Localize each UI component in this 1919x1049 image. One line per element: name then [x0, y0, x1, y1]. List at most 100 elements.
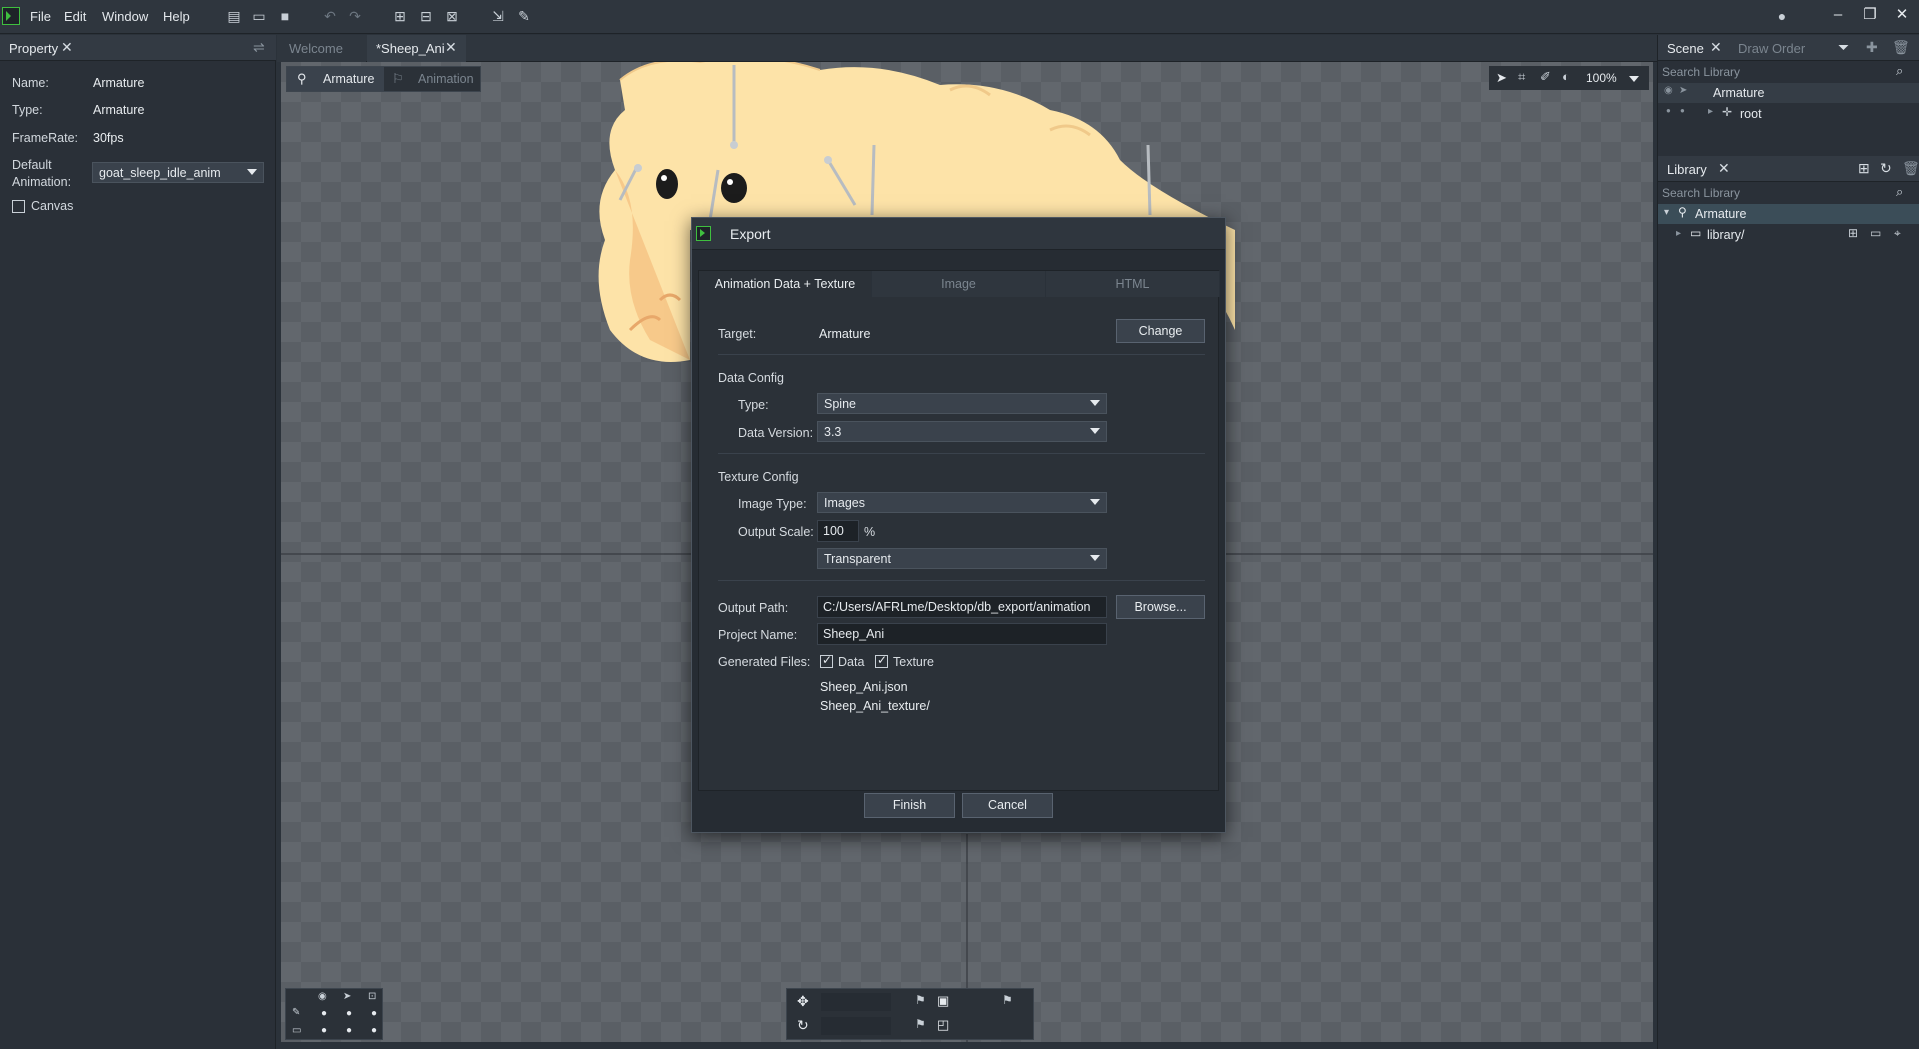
scene-search-input[interactable]: Search Library	[1662, 65, 1740, 79]
pointer-icon[interactable]: ➤	[343, 991, 351, 1002]
close-window-icon[interactable]: ✕	[1888, 4, 1916, 26]
default-animation-select[interactable]: goat_sleep_idle_anim	[92, 162, 264, 183]
export-dialog-titlebar[interactable]: Export	[692, 218, 1225, 250]
position-x-field[interactable]	[821, 993, 891, 1011]
browse-button[interactable]: Browse...	[1116, 595, 1205, 619]
flag-icon[interactable]: ⚑	[915, 1017, 926, 1031]
collapse-icon[interactable]: ▾	[1664, 207, 1669, 218]
armature-mode-button[interactable]: ⚲ Armature	[287, 67, 384, 91]
menu-window[interactable]: Window	[102, 9, 148, 24]
tab-welcome[interactable]: Welcome	[277, 35, 366, 62]
menu-file[interactable]: File	[30, 9, 51, 24]
color-icon[interactable]: ◐	[1562, 69, 1570, 84]
export-folder-icon[interactable]: ⊠	[444, 8, 460, 24]
refresh-icon[interactable]: ↻	[1880, 160, 1892, 177]
scene-row-armature[interactable]: ◉ ➤ Armature	[1658, 83, 1919, 103]
zoom-chevron-down-icon[interactable]	[1629, 76, 1639, 82]
save-icon[interactable]: ■	[277, 8, 293, 24]
minimize-icon[interactable]: –	[1824, 4, 1852, 26]
undo-icon[interactable]: ↶	[322, 8, 338, 24]
tab-library[interactable]: Library	[1667, 162, 1707, 177]
add-icon[interactable]: ✚	[1866, 39, 1878, 56]
tab-scene[interactable]: Scene	[1667, 41, 1704, 56]
rotation-field[interactable]	[821, 1017, 891, 1035]
close-property-icon[interactable]: ✕	[61, 39, 73, 56]
import-asset-icon[interactable]: ⊞	[1858, 160, 1870, 177]
name-value[interactable]: Armature	[93, 76, 144, 90]
dot-icon[interactable]: ●	[1666, 106, 1671, 115]
close-scene-icon[interactable]: ✕	[1710, 39, 1722, 56]
expand-icon[interactable]: ▸	[1676, 228, 1681, 239]
animation-mode-button[interactable]: ⚐ Animation	[384, 67, 482, 91]
import-folder-icon[interactable]: ⊟	[418, 8, 434, 24]
flag-icon[interactable]: ⚑	[1002, 993, 1013, 1007]
eye-icon[interactable]: ◉	[1664, 85, 1673, 96]
transform-icon[interactable]: ⌗	[1518, 69, 1525, 85]
import-image-icon[interactable]: ⊞	[1848, 226, 1858, 240]
brush-icon[interactable]: ✐	[1540, 69, 1551, 85]
user-icon[interactable]: ●	[1774, 8, 1790, 24]
library-row-armature[interactable]: ▾ ⚲ Armature	[1658, 204, 1919, 224]
project-name-input[interactable]: Sheep_Ani	[817, 623, 1107, 645]
close-tab-icon[interactable]: ✕	[445, 39, 457, 56]
new-file-icon[interactable]: ▤	[226, 8, 242, 24]
open-folder-icon[interactable]: ▭	[1870, 226, 1881, 240]
toggle-dot[interactable]: ●	[346, 1008, 352, 1019]
library-row-folder[interactable]: ▸ ▭ library/ ⊞ ▭ ⌖	[1658, 225, 1919, 245]
open-folder-icon[interactable]: ▭	[251, 8, 267, 24]
scale-icon[interactable]: ▣	[937, 993, 949, 1009]
trash-icon[interactable]: 🗑	[1902, 160, 1919, 177]
close-library-icon[interactable]: ✕	[1718, 160, 1730, 177]
data-checkbox[interactable]	[820, 653, 833, 668]
locate-icon[interactable]: ⌖	[1894, 226, 1901, 241]
output-path-input[interactable]: C:/Users/AFRLme/Desktop/db_export/animat…	[817, 596, 1107, 618]
image-type-select[interactable]: Images	[817, 492, 1107, 513]
menu-help[interactable]: Help	[163, 9, 190, 24]
toggle-dot[interactable]: ●	[371, 1025, 377, 1036]
trash-icon[interactable]: 🗑	[1892, 39, 1910, 56]
dot-icon[interactable]: ●	[1680, 106, 1685, 115]
search-icon[interactable]: ⌕	[1896, 63, 1903, 79]
finish-button[interactable]: Finish	[864, 793, 955, 818]
flag-icon[interactable]: ⚑	[915, 993, 926, 1007]
toggle-dot[interactable]: ●	[346, 1025, 352, 1036]
toggle-dot[interactable]: ●	[371, 1008, 377, 1019]
cancel-button[interactable]: Cancel	[962, 793, 1053, 818]
lock-icon[interactable]: ➤	[1679, 85, 1687, 96]
edit-icon[interactable]: ✎	[516, 8, 532, 24]
menu-edit[interactable]: Edit	[64, 9, 86, 24]
search-icon[interactable]: ⌕	[1896, 184, 1903, 200]
restore-icon[interactable]: ❐	[1856, 4, 1884, 26]
framerate-value[interactable]: 30fps	[93, 131, 124, 145]
export-icon[interactable]: ⇲	[490, 8, 506, 24]
type-select[interactable]: Spine	[817, 393, 1107, 414]
expand-icon[interactable]: ▸	[1708, 106, 1713, 117]
scene-row-root[interactable]: ● ● ▸ ✛ root	[1658, 104, 1919, 124]
background-select[interactable]: Transparent	[817, 548, 1107, 569]
output-scale-input[interactable]: 100	[817, 520, 859, 542]
tab-image[interactable]: Image	[872, 271, 1046, 297]
tab-sheep-ani[interactable]: *Sheep_Ani ✕	[367, 35, 466, 62]
library-search[interactable]: Search Library ⌕	[1658, 183, 1919, 203]
redo-icon[interactable]: ↷	[347, 8, 363, 24]
toggle-dot[interactable]: ●	[321, 1008, 327, 1019]
texture-checkbox[interactable]	[875, 653, 888, 668]
import-icon[interactable]: ⊞	[392, 8, 408, 24]
panel-options-icon[interactable]: ⇌	[253, 39, 265, 56]
select-cursor-icon[interactable]: ➤	[1496, 70, 1507, 86]
bound-icon[interactable]: ⊡	[368, 991, 376, 1002]
tab-html[interactable]: HTML	[1046, 271, 1220, 297]
rotate-icon[interactable]: ↻	[797, 1017, 809, 1034]
eye-icon[interactable]: ◉	[318, 991, 327, 1002]
toggle-dot[interactable]: ●	[321, 1025, 327, 1036]
skew-icon[interactable]: ◰	[937, 1017, 949, 1033]
data-version-select[interactable]: 3.3	[817, 421, 1107, 442]
property-tab[interactable]: Property	[9, 41, 58, 56]
tab-animation-data-texture[interactable]: Animation Data + Texture	[699, 271, 872, 297]
move-icon[interactable]: ✥	[797, 993, 809, 1010]
scene-search[interactable]: Search Library ⌕	[1658, 62, 1919, 82]
zoom-level[interactable]: 100%	[1586, 71, 1617, 85]
tab-draw-order[interactable]: Draw Order	[1738, 41, 1805, 56]
library-search-input[interactable]: Search Library	[1662, 186, 1740, 200]
change-button[interactable]: Change	[1116, 319, 1205, 343]
